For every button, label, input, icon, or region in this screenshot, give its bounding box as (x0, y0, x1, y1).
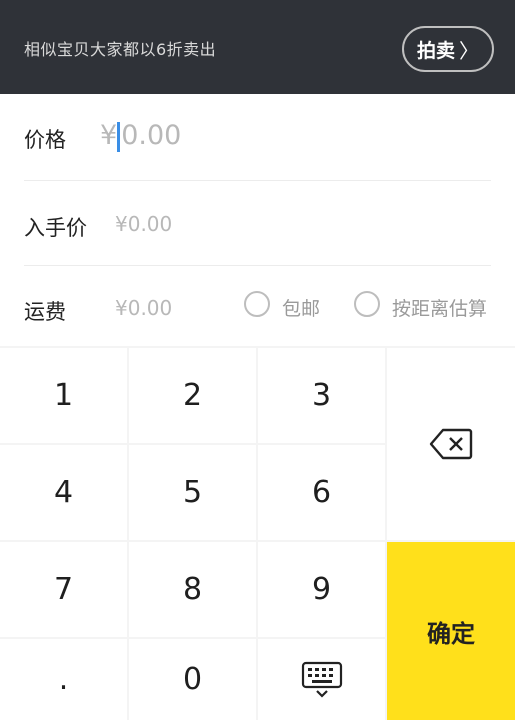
key-5[interactable]: 5 (129, 445, 256, 540)
backspace-icon (429, 427, 473, 461)
key-9[interactable]: 9 (258, 542, 385, 637)
distance-shipping-radio[interactable] (354, 291, 380, 317)
key-0[interactable]: 0 (129, 639, 256, 720)
shipping-label: 运费 (24, 300, 66, 324)
buy-price-input[interactable]: ¥0.00 (115, 212, 172, 236)
key-3[interactable]: 3 (258, 348, 385, 443)
auction-button-label: 拍卖 (416, 39, 455, 62)
hide-keyboard-button[interactable] (258, 639, 385, 720)
key-7[interactable]: 7 (0, 542, 127, 637)
free-shipping-radio[interactable] (244, 291, 270, 317)
chevron-right-icon: 〉 (459, 38, 479, 63)
price-placeholder: 0.00 (121, 120, 182, 151)
confirm-button[interactable]: 确定 (387, 542, 515, 720)
key-decimal[interactable]: . (0, 639, 127, 720)
price-hint-bar: 相似宝贝大家都以6折卖出 拍卖 〉 (0, 0, 515, 94)
price-row[interactable]: 价格 (0, 96, 515, 180)
key-1[interactable]: 1 (0, 348, 127, 443)
key-4[interactable]: 4 (0, 445, 127, 540)
shipping-input[interactable]: ¥0.00 (115, 296, 172, 320)
price-currency: ¥ (100, 120, 118, 151)
key-8[interactable]: 8 (129, 542, 256, 637)
free-shipping-label[interactable]: 包邮 (282, 294, 320, 321)
price-label: 价格 (24, 128, 66, 152)
backspace-button[interactable] (387, 348, 515, 540)
numeric-keypad: 1 2 3 4 5 6 7 8 9 . 0 确定 (0, 346, 515, 720)
similar-items-hint: 相似宝贝大家都以6折卖出 (24, 40, 217, 59)
key-6[interactable]: 6 (258, 445, 385, 540)
divider (24, 180, 491, 181)
distance-shipping-label[interactable]: 按距离估算 (392, 294, 487, 321)
key-2[interactable]: 2 (129, 348, 256, 443)
buy-price-label: 入手价 (24, 216, 87, 240)
price-input[interactable]: ¥0.00 (100, 120, 181, 152)
keyboard-hide-icon (300, 660, 344, 700)
text-cursor (117, 121, 121, 152)
buy-price-row[interactable]: 入手价 ¥0.00 (0, 182, 515, 266)
auction-button[interactable]: 拍卖 〉 (402, 26, 494, 72)
